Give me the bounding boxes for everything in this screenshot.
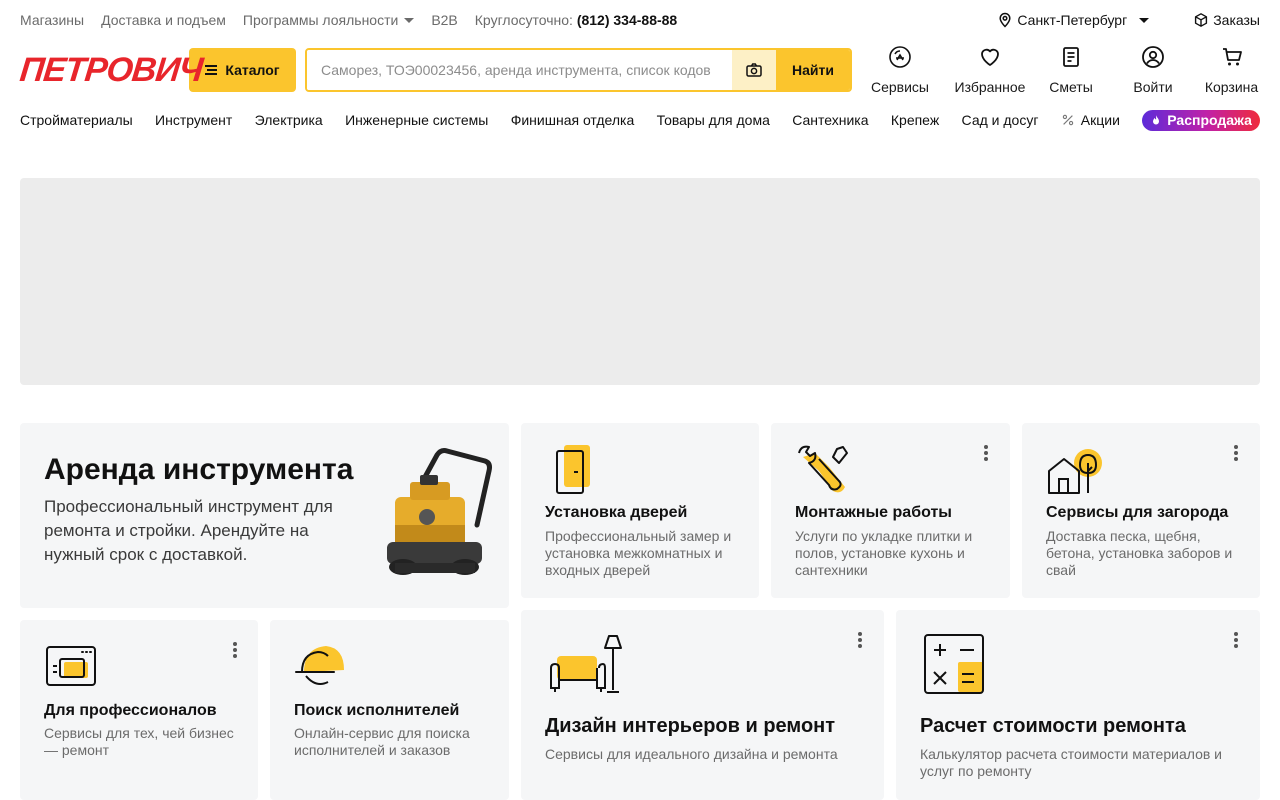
phone-number[interactable]: (812) 334-88-88 bbox=[577, 12, 677, 28]
city-label: Санкт-Петербург bbox=[1017, 12, 1128, 28]
nav-item-tools[interactable]: Инструмент bbox=[155, 112, 232, 128]
card-description: Доставка песка, щебня, бетона, установка… bbox=[1046, 528, 1233, 578]
more-options-icon[interactable] bbox=[984, 445, 988, 461]
b2b-link[interactable]: B2B bbox=[431, 12, 457, 28]
sale-label: Распродажа bbox=[1167, 112, 1252, 128]
chevron-down-icon bbox=[404, 17, 415, 23]
more-options-icon[interactable] bbox=[858, 632, 862, 648]
percent-icon bbox=[1062, 114, 1074, 126]
category-nav: Стройматериалы Инструмент Электрика Инже… bbox=[20, 108, 1260, 132]
card-door-installation[interactable]: Установка дверей Профессиональный замер … bbox=[521, 423, 759, 598]
camera-icon bbox=[746, 63, 762, 77]
nav-item-building-materials[interactable]: Стройматериалы bbox=[20, 112, 133, 128]
card-mounting-works[interactable]: Монтажные работы Услуги по укладке плитк… bbox=[771, 423, 1010, 598]
more-options-icon[interactable] bbox=[1234, 632, 1238, 648]
card-description: Калькулятор расчета стоимости материалов… bbox=[920, 746, 1222, 779]
fire-icon bbox=[1153, 114, 1160, 124]
services-label: Сервисы bbox=[870, 79, 929, 95]
nav-item-garden[interactable]: Сад и досуг bbox=[962, 112, 1039, 128]
card-title: Для профессионалов bbox=[44, 702, 217, 719]
hero-banner-placeholder[interactable] bbox=[20, 178, 1260, 385]
wrench-icon bbox=[798, 445, 848, 493]
hard-hat-icon bbox=[295, 646, 344, 685]
login-label: Войти bbox=[1133, 79, 1173, 95]
phone-info: Круглосуточно: (812) 334-88-88 bbox=[475, 12, 677, 28]
card-description: Услуги по укладке плитки и полов, устано… bbox=[795, 528, 973, 578]
card-tool-rental[interactable]: Аренда инструмента Профессиональный инст… bbox=[20, 423, 509, 608]
document-icon bbox=[1063, 47, 1079, 67]
logo-text: ПЕТРОВИЧ bbox=[18, 50, 205, 89]
top-bar: Магазины Доставка и подъем Программы лоя… bbox=[20, 0, 1260, 40]
location-pin-icon bbox=[997, 12, 1013, 28]
camera-search-button[interactable] bbox=[732, 50, 776, 90]
estimates-label: Сметы bbox=[1049, 79, 1093, 95]
card-description: Профессиональный инструмент для ремонта … bbox=[44, 497, 333, 564]
city-selector[interactable]: Санкт-Петербург bbox=[997, 12, 1150, 28]
card-country-services[interactable]: Сервисы для загорода Доставка песка, щеб… bbox=[1022, 423, 1260, 598]
card-title: Поиск исполнителей bbox=[294, 702, 460, 719]
nav-item-plumbing[interactable]: Сантехника bbox=[792, 112, 868, 128]
plate-compactor-icon bbox=[387, 448, 492, 575]
browser-window-icon bbox=[46, 646, 96, 686]
card-title: Сервисы для загорода bbox=[1046, 504, 1229, 521]
cart-icon bbox=[1222, 48, 1242, 66]
catalog-button[interactable]: Каталог bbox=[189, 48, 296, 92]
phone-label: Круглосуточно: bbox=[474, 12, 573, 28]
nav-item-sale[interactable]: Распродажа bbox=[1142, 109, 1260, 131]
estimates-button[interactable]: Сметы bbox=[1048, 45, 1094, 95]
delivery-link[interactable]: Доставка и подъем bbox=[101, 12, 226, 28]
card-description: Сервисы для идеального дизайна и ремонта bbox=[545, 746, 838, 762]
loyalty-dropdown[interactable]: Программы лояльности bbox=[242, 12, 415, 28]
menu-icon bbox=[205, 65, 218, 75]
box-icon bbox=[1193, 12, 1209, 28]
card-find-contractors[interactable]: Поиск исполнителей Онлайн-сервис для пои… bbox=[270, 620, 509, 800]
card-title: Установка дверей bbox=[545, 504, 688, 521]
nav-item-engineering[interactable]: Инженерные системы bbox=[345, 112, 488, 128]
card-repair-cost-calculator[interactable]: Расчет стоимости ремонта Калькулятор рас… bbox=[896, 610, 1260, 800]
logo[interactable]: ПЕТРОВИЧ bbox=[18, 50, 204, 90]
card-title: Монтажные работы bbox=[795, 504, 952, 521]
nav-item-finishing[interactable]: Финишная отделка bbox=[511, 112, 635, 128]
more-options-icon[interactable] bbox=[1234, 445, 1238, 461]
search-bar: Найти bbox=[305, 48, 852, 92]
header: ПЕТРОВИЧ Каталог Найти Сервисы Избранное… bbox=[18, 45, 1260, 95]
card-interior-design[interactable]: Дизайн интерьеров и ремонт Сервисы для и… bbox=[521, 610, 884, 800]
header-icons: Сервисы Избранное Сметы Войти Корзина bbox=[870, 45, 1260, 95]
cart-label: Корзина bbox=[1204, 79, 1259, 95]
more-options-icon[interactable] bbox=[233, 642, 237, 658]
user-icon bbox=[1142, 46, 1164, 68]
house-tree-icon bbox=[1048, 449, 1102, 494]
nav-item-electrics[interactable]: Электрика bbox=[255, 112, 323, 128]
promotions-label: Акции bbox=[1080, 112, 1120, 128]
stores-link[interactable]: Магазины bbox=[20, 12, 84, 28]
card-for-professionals[interactable]: Для профессионалов Сервисы для тех, чей … bbox=[20, 620, 258, 800]
services-icon bbox=[889, 46, 911, 68]
search-button[interactable]: Найти bbox=[776, 50, 850, 90]
calculator-icon bbox=[924, 634, 984, 694]
search-input[interactable] bbox=[307, 50, 732, 90]
login-button[interactable]: Войти bbox=[1132, 45, 1174, 95]
services-button[interactable]: Сервисы bbox=[870, 45, 930, 95]
sofa-lamp-icon bbox=[550, 635, 622, 693]
nav-item-fasteners[interactable]: Крепеж bbox=[891, 112, 939, 128]
card-title: Аренда инструмента bbox=[44, 453, 354, 486]
door-icon bbox=[556, 445, 590, 494]
nav-item-promotions[interactable]: Акции bbox=[1061, 112, 1120, 128]
orders-link[interactable]: Заказы bbox=[1193, 12, 1260, 28]
card-description: Сервисы для тех, чей бизнес — ремонт bbox=[44, 725, 234, 758]
cart-button[interactable]: Корзина bbox=[1203, 45, 1260, 95]
card-title: Расчет стоимости ремонта bbox=[920, 715, 1186, 737]
favorites-label: Избранное bbox=[954, 79, 1026, 95]
nav-item-home-goods[interactable]: Товары для дома bbox=[657, 112, 770, 128]
card-description: Профессиональный замер и установка межко… bbox=[545, 528, 732, 578]
card-title: Дизайн интерьеров и ремонт bbox=[545, 715, 836, 737]
favorites-button[interactable]: Избранное bbox=[953, 45, 1027, 95]
catalog-label: Каталог bbox=[225, 62, 280, 78]
card-description: Онлайн-сервис для поиска исполнителей и … bbox=[294, 725, 470, 758]
heart-icon bbox=[981, 48, 999, 66]
loyalty-label: Программы лояльности bbox=[242, 12, 399, 28]
chevron-down-icon bbox=[1139, 17, 1150, 23]
orders-label: Заказы bbox=[1213, 12, 1260, 28]
